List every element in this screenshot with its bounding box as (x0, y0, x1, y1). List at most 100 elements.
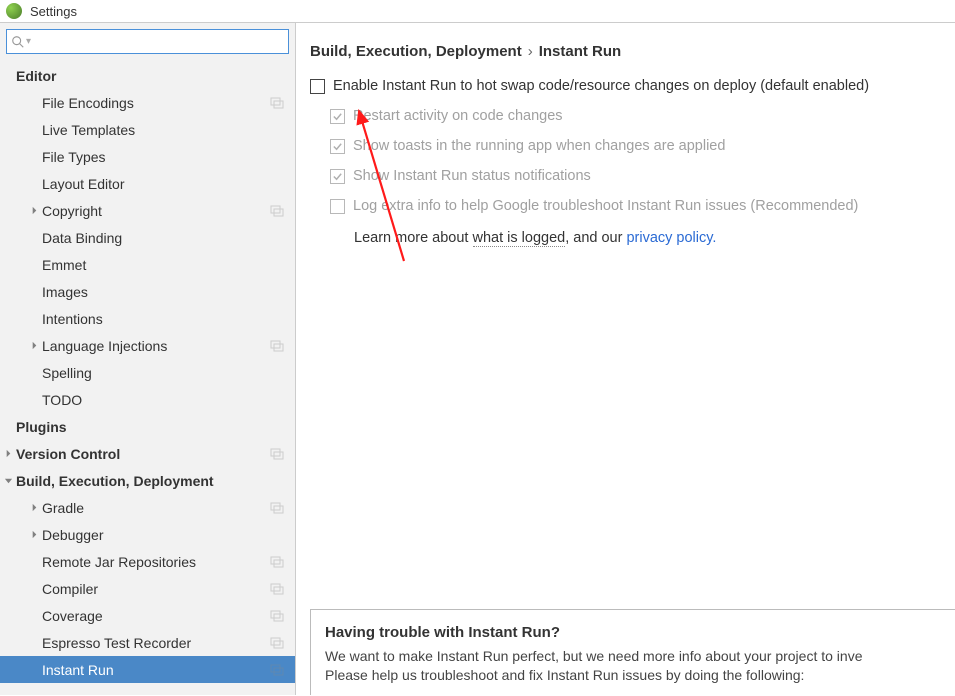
learn-more-text: Learn more about what is logged, and our… (310, 230, 955, 246)
tree-twisty-icon (26, 341, 42, 350)
window-title: Settings (30, 4, 77, 19)
project-scope-icon (269, 447, 285, 461)
checkbox-icon (330, 139, 345, 154)
what-is-logged-link[interactable]: what is logged (473, 230, 566, 247)
project-scope-icon (269, 150, 285, 164)
dropdown-chevron-icon: ▾ (25, 36, 32, 47)
sidebar-item-label: Gradle (42, 500, 269, 516)
option-label: Show Instant Run status notifications (353, 168, 591, 184)
titlebar: Settings (0, 0, 955, 22)
tree-twisty-icon (0, 449, 16, 458)
sidebar-item-label: File Types (42, 149, 269, 165)
sidebar-item-label: Images (42, 284, 269, 300)
sidebar-item-spelling[interactable]: Spelling (0, 359, 295, 386)
checkbox-icon (330, 199, 345, 214)
sidebar-item-label: Data Binding (42, 230, 269, 246)
sidebar-item-editor[interactable]: Editor (0, 62, 295, 89)
sidebar-item-file-encodings[interactable]: File Encodings (0, 89, 295, 116)
sidebar-item-label: Spelling (42, 365, 269, 381)
sidebar-item-version-control[interactable]: Version Control (0, 440, 295, 467)
sidebar-item-intentions[interactable]: Intentions (0, 305, 295, 332)
sidebar-item-label: Coverage (42, 608, 269, 624)
sidebar-item-label: Version Control (16, 446, 269, 462)
sidebar-item-label: File Encodings (42, 95, 269, 111)
sidebar-item-label: Plugins (16, 419, 269, 435)
sidebar-item-remote-jar-repositories[interactable]: Remote Jar Repositories (0, 548, 295, 575)
sidebar-item-file-types[interactable]: File Types (0, 143, 295, 170)
option-sub-2: Show Instant Run status notifications (310, 168, 955, 184)
tree-twisty-icon (26, 530, 42, 539)
sidebar-item-language-injections[interactable]: Language Injections (0, 332, 295, 359)
sidebar-item-label: Build, Execution, Deployment (16, 473, 269, 489)
settings-tree: Editor File Encodings Live Templates File T… (0, 56, 295, 695)
sidebar-item-label: Copyright (42, 203, 269, 219)
option-sub-1: Show toasts in the running app when chan… (310, 138, 955, 154)
sidebar-item-plugins[interactable]: Plugins (0, 413, 295, 440)
sidebar-item-live-templates[interactable]: Live Templates (0, 116, 295, 143)
search-icon (11, 35, 25, 49)
sidebar-item-emmet[interactable]: Emmet (0, 251, 295, 278)
option-label: Log extra info to help Google troublesho… (353, 198, 858, 214)
checkbox-icon[interactable] (310, 79, 325, 94)
help-panel: Having trouble with Instant Run? We want… (310, 609, 955, 695)
project-scope-icon (269, 501, 285, 515)
sidebar-item-copyright[interactable]: Copyright (0, 197, 295, 224)
project-scope-icon (269, 69, 285, 83)
sidebar-item-label: Intentions (42, 311, 269, 327)
option-sub-0: Restart activity on code changes (310, 108, 955, 124)
sidebar-item-label: Language Injections (42, 338, 269, 354)
option-enable-instant-run[interactable]: Enable Instant Run to hot swap code/reso… (310, 78, 955, 94)
option-label: Show toasts in the running app when chan… (353, 138, 725, 154)
sidebar-item-label: Emmet (42, 257, 269, 273)
project-scope-icon (269, 258, 285, 272)
sidebar-item-compiler[interactable]: Compiler (0, 575, 295, 602)
project-scope-icon (269, 393, 285, 407)
project-scope-icon (269, 636, 285, 650)
help-text: We want to make Instant Run perfect, but… (325, 647, 943, 685)
app-icon (6, 3, 22, 19)
project-scope-icon (269, 528, 285, 542)
project-scope-icon (269, 555, 285, 569)
option-label: Restart activity on code changes (353, 108, 563, 124)
tree-twisty-icon (0, 476, 16, 485)
project-scope-icon (269, 582, 285, 596)
privacy-policy-link[interactable]: privacy policy. (626, 230, 716, 246)
project-scope-icon (269, 420, 285, 434)
sidebar-item-debugger[interactable]: Debugger (0, 521, 295, 548)
sidebar-item-label: Debugger (42, 527, 269, 543)
sidebar-item-coverage[interactable]: Coverage (0, 602, 295, 629)
project-scope-icon (269, 285, 285, 299)
sidebar-item-build-execution-deployment[interactable]: Build, Execution, Deployment (0, 467, 295, 494)
search-input[interactable] (32, 34, 284, 49)
project-scope-icon (269, 204, 285, 218)
project-scope-icon (269, 123, 285, 137)
checkbox-icon (330, 109, 345, 124)
project-scope-icon (269, 609, 285, 623)
sidebar-item-gradle[interactable]: Gradle (0, 494, 295, 521)
sidebar-item-layout-editor[interactable]: Layout Editor (0, 170, 295, 197)
sidebar-item-label: Live Templates (42, 122, 269, 138)
project-scope-icon (269, 474, 285, 488)
sidebar-item-data-binding[interactable]: Data Binding (0, 224, 295, 251)
project-scope-icon (269, 96, 285, 110)
option-sub-3: Log extra info to help Google troublesho… (310, 198, 955, 214)
project-scope-icon (269, 663, 285, 677)
project-scope-icon (269, 339, 285, 353)
sidebar: ▾ Editor File Encodings Live Templates File… (0, 23, 296, 695)
breadcrumb: Build, Execution, Deployment›Instant Run (310, 43, 955, 60)
help-title: Having trouble with Instant Run? (325, 624, 943, 641)
sidebar-item-label: Remote Jar Repositories (42, 554, 269, 570)
sidebar-item-images[interactable]: Images (0, 278, 295, 305)
project-scope-icon (269, 366, 285, 380)
sidebar-item-todo[interactable]: TODO (0, 386, 295, 413)
sidebar-item-label: TODO (42, 392, 269, 408)
sidebar-item-espresso-test-recorder[interactable]: Espresso Test Recorder (0, 629, 295, 656)
search-box[interactable]: ▾ (6, 29, 289, 54)
sidebar-item-label: Instant Run (42, 662, 269, 678)
sidebar-item-label: Espresso Test Recorder (42, 635, 269, 651)
checkbox-icon (330, 169, 345, 184)
sidebar-item-instant-run[interactable]: Instant Run (0, 656, 295, 683)
project-scope-icon (269, 177, 285, 191)
sidebar-item-label: Editor (16, 68, 269, 84)
tree-twisty-icon (26, 503, 42, 512)
